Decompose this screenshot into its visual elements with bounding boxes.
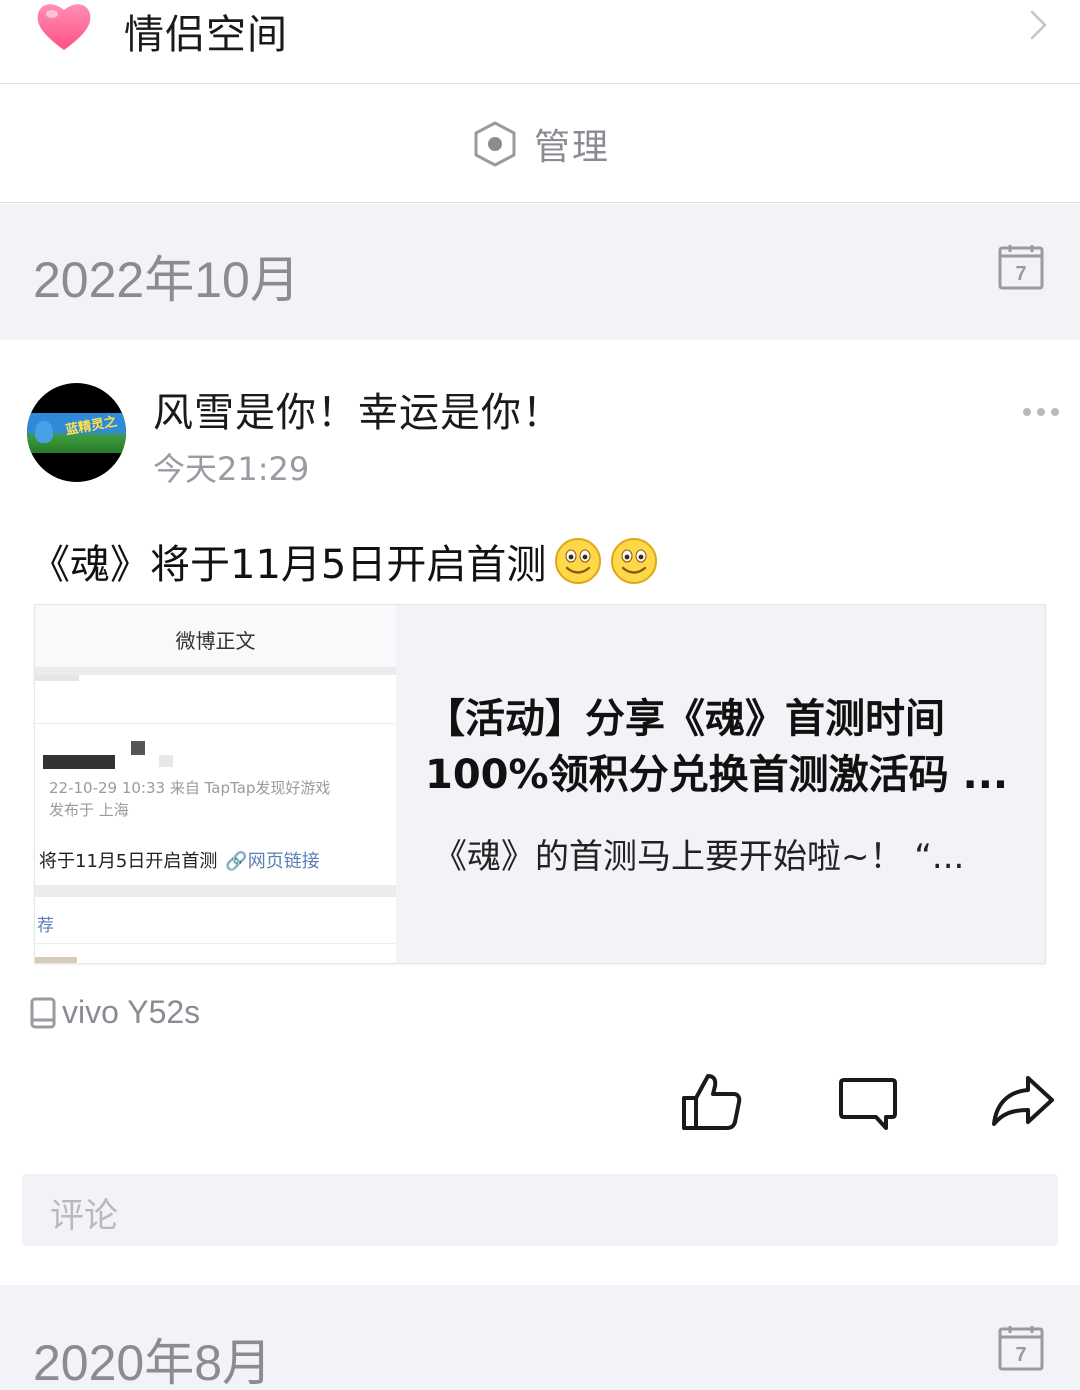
thumb-recommend: 荐 — [37, 916, 54, 936]
chevron-right-icon — [1030, 10, 1047, 40]
heart-icon — [37, 4, 91, 51]
thumb-link: 🔗网页链接 — [225, 851, 320, 872]
card-description: 《魂》的首测马上要开始啦~！ “... — [433, 837, 965, 877]
post-time: 今天21:29 — [153, 450, 310, 488]
card-thumbnail: 微博正文 22-10-29 10:33 来自 TapTap发现好游戏 发布于 上… — [35, 605, 396, 963]
month-label: 2020年8月 — [33, 1335, 273, 1390]
thumb-meta-location: 发布于 上海 — [49, 801, 129, 819]
more-options-icon[interactable] — [1022, 406, 1060, 418]
couple-space-row[interactable]: 情侣空间 — [0, 0, 1080, 84]
phone-icon — [30, 997, 56, 1028]
post-text: 《魂》将于11月5日开启首测 — [30, 532, 658, 590]
avatar[interactable]: 蓝精灵之 — [27, 383, 126, 482]
smiley-icon — [611, 538, 658, 584]
month-header-2020-08: 2020年8月 7 — [0, 1285, 1080, 1390]
card-title: 【活动】分享《魂》首测时间100%领积分兑换首测激活码 ... — [425, 696, 1009, 798]
device-source: vivo Y52s — [30, 994, 200, 1031]
thumb-body-text: 将于11月5日开启首测 — [39, 851, 218, 872]
like-icon[interactable] — [680, 1070, 742, 1132]
manage-label: 管理 — [534, 127, 611, 168]
svg-text:7: 7 — [1015, 263, 1026, 285]
calendar-icon[interactable]: 7 — [998, 244, 1044, 290]
thumb-header: 微博正文 — [175, 629, 256, 653]
device-name: vivo Y52s — [62, 994, 201, 1030]
shared-link-card[interactable]: 微博正文 22-10-29 10:33 来自 TapTap发现好游戏 发布于 上… — [34, 604, 1046, 964]
post-text-body: 《魂》将于11月5日开启首测 — [30, 542, 547, 588]
comment-input[interactable]: 评论 — [22, 1174, 1058, 1246]
share-icon[interactable] — [992, 1070, 1054, 1132]
thumb-link-label: 网页链接 — [247, 851, 320, 872]
author-name[interactable]: 风雪是你！幸运是你！ — [153, 380, 563, 438]
manage-row[interactable]: 管理 — [0, 85, 1080, 203]
smiley-icon — [555, 538, 602, 584]
feed-post: 蓝精灵之 风雪是你！幸运是你！ 今天21:29 《魂》将于11月5日开启首测 微… — [0, 340, 1080, 1284]
month-label: 2022年10月 — [33, 252, 300, 308]
svg-text:7: 7 — [1015, 1344, 1026, 1366]
comment-placeholder: 评论 — [50, 1196, 118, 1236]
hexagon-settings-icon — [474, 121, 516, 167]
thumb-meta-time: 22-10-29 10:33 来自 TapTap发现好游戏 — [49, 779, 331, 797]
calendar-icon[interactable]: 7 — [998, 1325, 1044, 1371]
couple-space-label: 情侣空间 — [124, 12, 288, 58]
month-header-2022-10: 2022年10月 7 — [0, 204, 1080, 340]
comment-icon[interactable] — [836, 1070, 898, 1132]
